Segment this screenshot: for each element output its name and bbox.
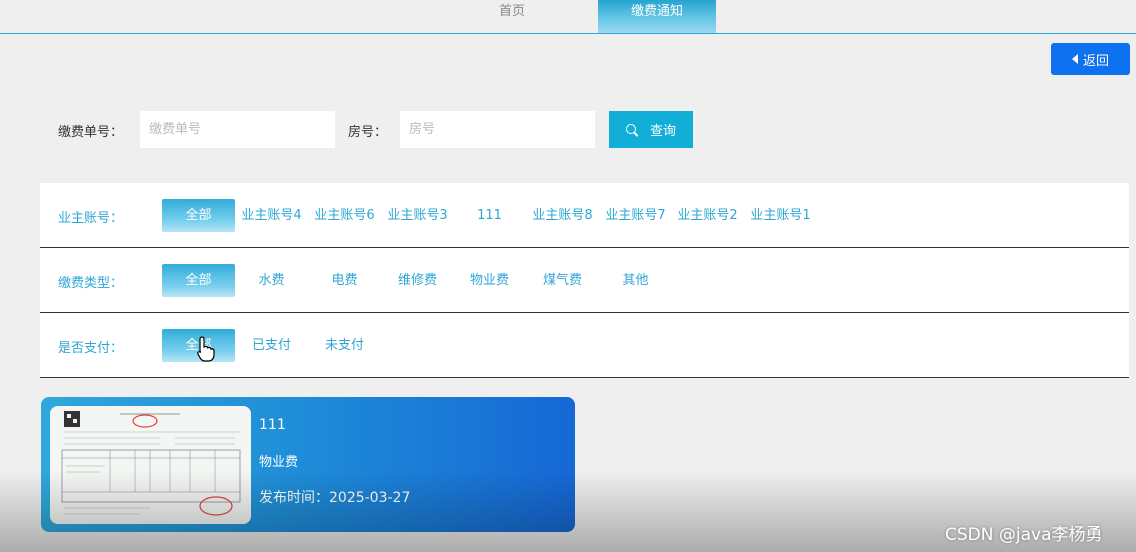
- invoice-thumbnail: [50, 406, 251, 524]
- owner-option-all[interactable]: 全部: [162, 199, 235, 232]
- fee-type-option[interactable]: 其他: [599, 264, 672, 297]
- room-label: 房号：: [348, 125, 388, 140]
- bill-card[interactable]: 111 物业费 发布时间：2025-03-27: [41, 397, 575, 532]
- owner-option[interactable]: 业主账号4: [235, 199, 308, 232]
- owner-option[interactable]: 业主账号8: [526, 199, 599, 232]
- back-button[interactable]: 返回: [1051, 43, 1130, 75]
- owner-option[interactable]: 业主账号7: [599, 199, 672, 232]
- fee-type-option[interactable]: 电费: [308, 264, 381, 297]
- room-input[interactable]: [400, 111, 595, 148]
- filter-label-paid: 是否支付：: [58, 341, 124, 356]
- back-button-label: 返回: [1082, 53, 1109, 69]
- search-button-label: 查询: [649, 124, 676, 139]
- top-nav: 首页 缴费通知: [0, 0, 1136, 34]
- fee-type-option[interactable]: 水费: [235, 264, 308, 297]
- caret-left-icon: [1071, 54, 1078, 64]
- fee-type-option-all[interactable]: 全部: [162, 264, 235, 297]
- fee-type-option[interactable]: 维修费: [381, 264, 454, 297]
- filter-row-fee-type: 缴费类型： 全部 水费 电费 维修费 物业费 煤气费 其他: [40, 248, 1129, 313]
- nav-tab-home[interactable]: 首页: [453, 0, 571, 33]
- watermark: CSDN @java李杨勇: [945, 525, 1103, 545]
- invoice-image-icon: [50, 406, 251, 524]
- filter-row-owner: 业主账号： 全部 业主账号4 业主账号6 业主账号3 111 业主账号8 业主账…: [40, 183, 1129, 248]
- owner-option[interactable]: 111: [453, 199, 526, 232]
- owner-option[interactable]: 业主账号6: [308, 199, 381, 232]
- search-button[interactable]: 查询: [609, 111, 693, 148]
- paid-option[interactable]: 已支付: [235, 329, 308, 362]
- card-fee-type: 物业费: [259, 455, 299, 470]
- bill-no-input[interactable]: [140, 111, 335, 148]
- nav-tab-payment-notice[interactable]: 缴费通知: [598, 0, 716, 33]
- owner-option[interactable]: 业主账号1: [744, 199, 817, 232]
- search-icon: [625, 123, 638, 136]
- fee-type-option[interactable]: 煤气费: [526, 264, 599, 297]
- filter-label-fee-type: 缴费类型：: [58, 276, 124, 291]
- filter-label-owner: 业主账号：: [58, 211, 124, 226]
- paid-option[interactable]: 未支付: [308, 329, 381, 362]
- hand-cursor-icon: [197, 336, 215, 362]
- bill-no-label: 缴费单号：: [58, 125, 124, 140]
- owner-option[interactable]: 业主账号2: [671, 199, 744, 232]
- owner-option[interactable]: 业主账号3: [381, 199, 454, 232]
- fee-type-option[interactable]: 物业费: [453, 264, 526, 297]
- card-title: 111: [259, 417, 286, 433]
- card-publish-date: 发布时间：2025-03-27: [259, 490, 411, 506]
